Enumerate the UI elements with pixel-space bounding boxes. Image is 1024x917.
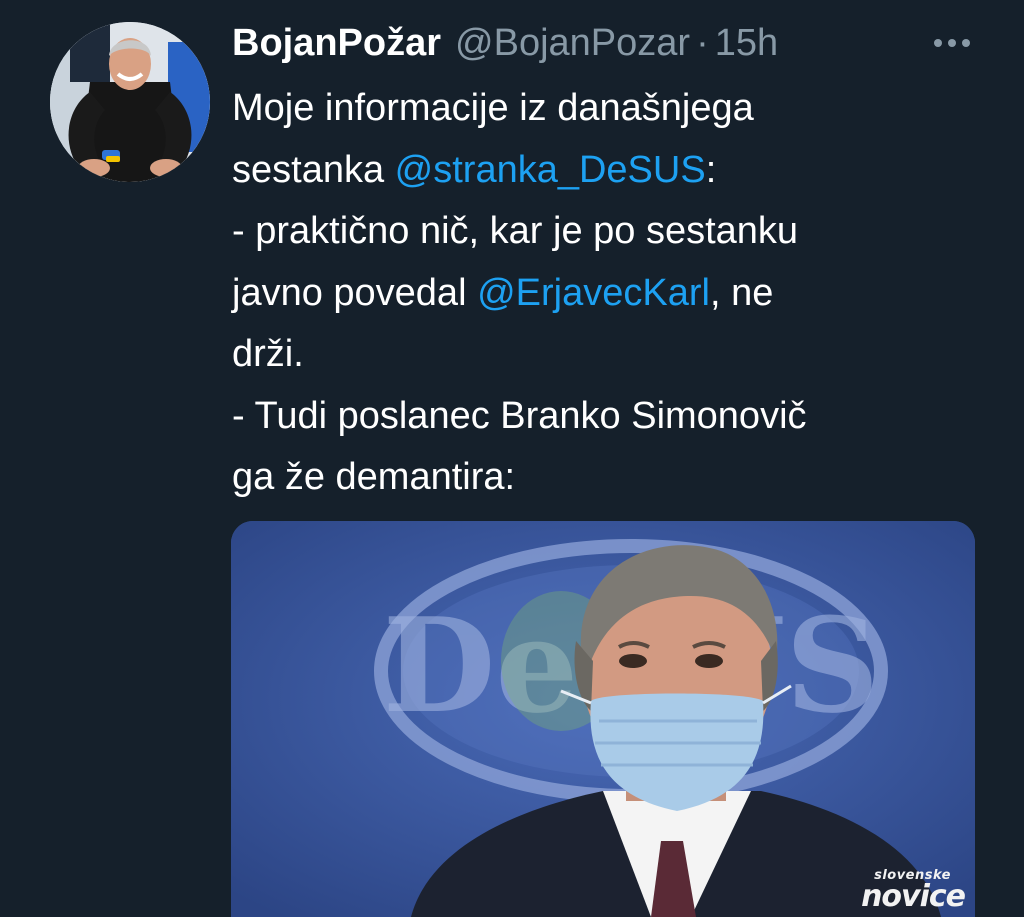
tweet-text: Moje informacije iz današnjega sestanka … (232, 78, 992, 509)
tweet-text-line: - praktično nič, kar je po sestanku (232, 210, 799, 252)
tweet-text-line: - Tudi poslanec Branko Simonovič (232, 394, 807, 437)
user-handle[interactable]: @BojanPozar (455, 18, 690, 68)
tweet-header: BojanPožar @BojanPozar · 15h (232, 18, 778, 68)
tweet-media-image[interactable]: DeSUS slovenske novice (231, 521, 975, 917)
tweet-text-line: sestanka @stranka_DeSUS: (232, 148, 717, 191)
more-options-icon[interactable] (928, 28, 976, 58)
tweet[interactable]: BojanPožar @BojanPozar · 15h Moje inform… (0, 0, 1024, 917)
tweet-text-line: Moje informacije iz današnjega (232, 87, 754, 129)
separator-dot: · (696, 22, 709, 64)
avatar[interactable] (50, 22, 210, 182)
timestamp[interactable]: 15h (715, 18, 778, 68)
display-name[interactable]: BojanPožar (232, 18, 441, 68)
mention-link[interactable]: @ErjavecKarl (477, 272, 710, 314)
tweet-text-line: ga že demantira: (232, 456, 516, 498)
avatar-photo (50, 22, 210, 182)
media-watermark: slovenske novice (861, 868, 966, 914)
mention-link[interactable]: @stranka_DeSUS (395, 149, 706, 191)
watermark-brand-text: novice (861, 879, 966, 914)
tweet-text-line: drži. (232, 333, 304, 375)
tweet-text-line: javno povedal @ErjavecKarl, ne (232, 271, 774, 314)
media-photo: DeSUS (231, 521, 975, 917)
